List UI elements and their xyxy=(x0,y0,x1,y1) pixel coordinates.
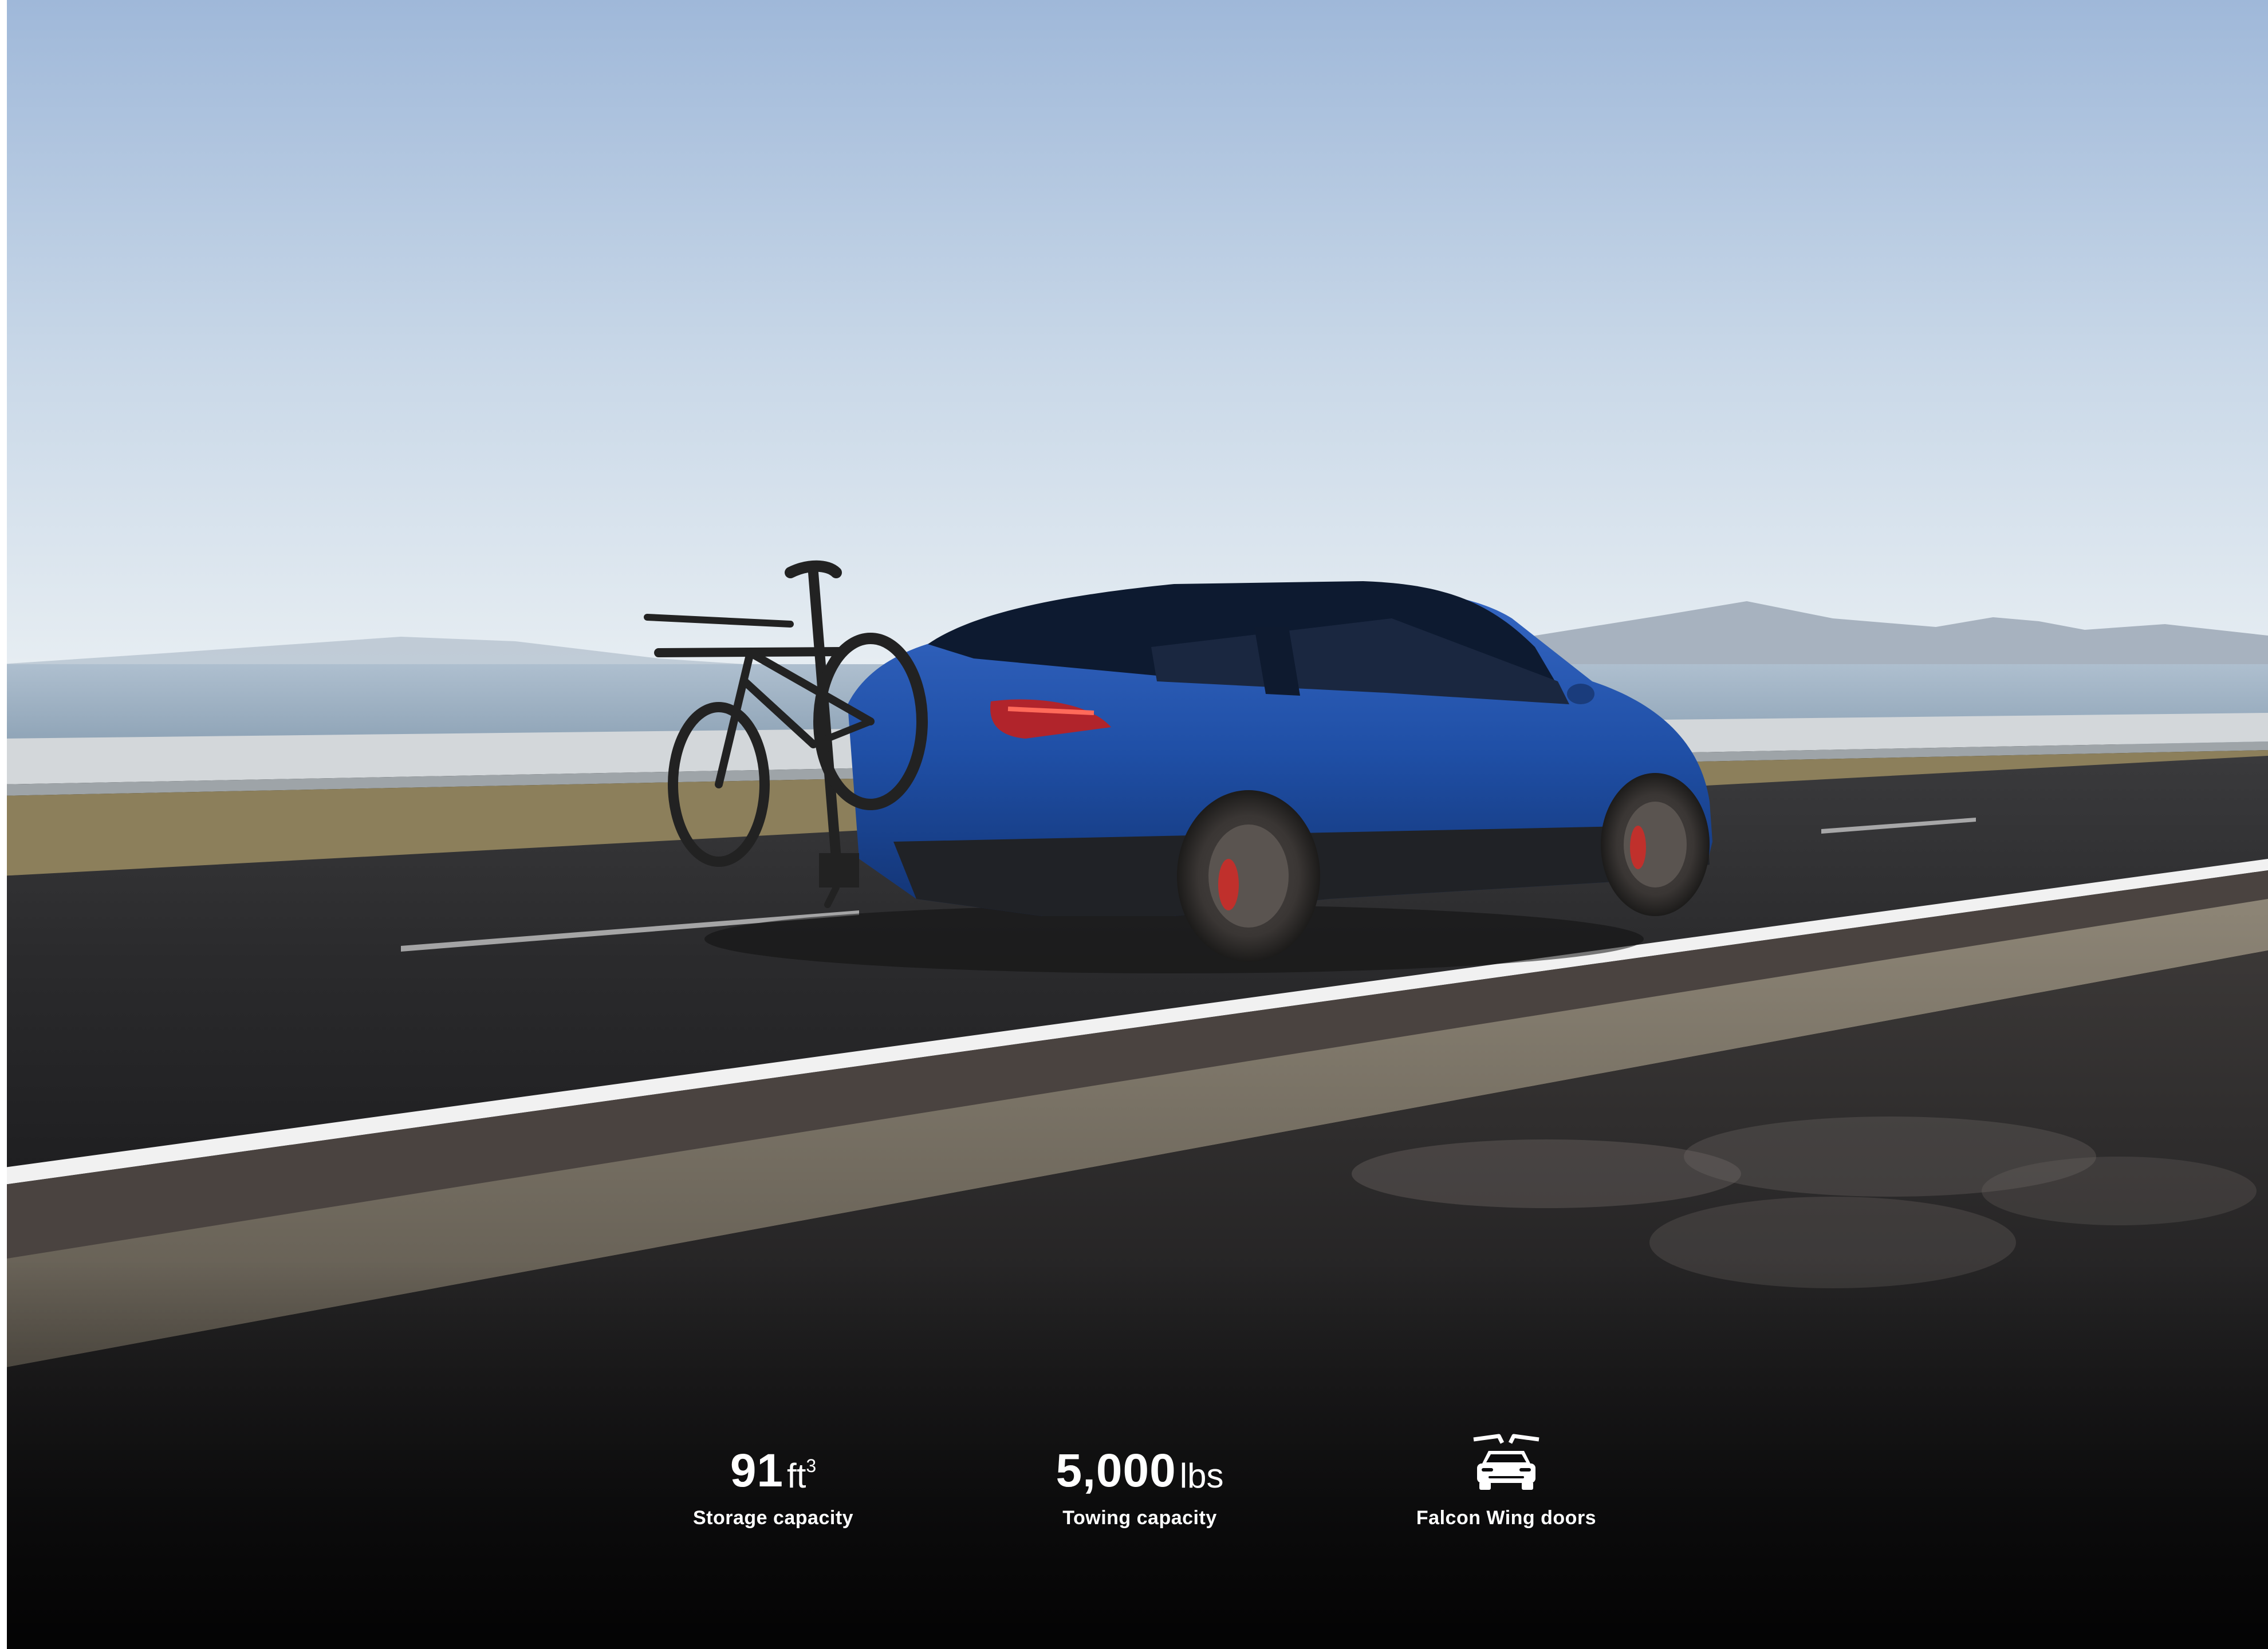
spec-label: Towing capacity xyxy=(1062,1507,1217,1529)
spec-bar: 91 ft3 Storage capacity 5,000 lbs Towing… xyxy=(630,1431,1649,1552)
spec-falcon-wing-doors: Falcon Wing doors xyxy=(1363,1431,1649,1529)
hero-image xyxy=(0,0,2268,1649)
unit-text: ft xyxy=(787,1457,806,1495)
falcon-wing-doors-icon xyxy=(1473,1434,1539,1490)
spec-storage-capacity: 91 ft3 Storage capacity xyxy=(630,1431,916,1529)
spec-value: 91 ft3 xyxy=(730,1431,816,1494)
spec-unit: ft3 xyxy=(787,1457,816,1495)
spec-number: 5,000 xyxy=(1056,1445,1176,1497)
spec-number: 91 xyxy=(730,1445,784,1497)
spec-unit: lbs xyxy=(1179,1457,1224,1495)
left-edge xyxy=(0,0,7,1649)
spec-towing-capacity: 5,000 lbs Towing capacity xyxy=(997,1431,1283,1529)
model-x-feature-section: 91 ft3 Storage capacity 5,000 lbs Towing… xyxy=(0,0,2268,1649)
spec-label: Storage capacity xyxy=(692,1507,854,1529)
spec-value xyxy=(1469,1431,1544,1494)
spec-value: 5,000 lbs xyxy=(1056,1431,1224,1494)
unit-superscript: 3 xyxy=(806,1455,817,1476)
spec-label: Falcon Wing doors xyxy=(1416,1507,1597,1529)
